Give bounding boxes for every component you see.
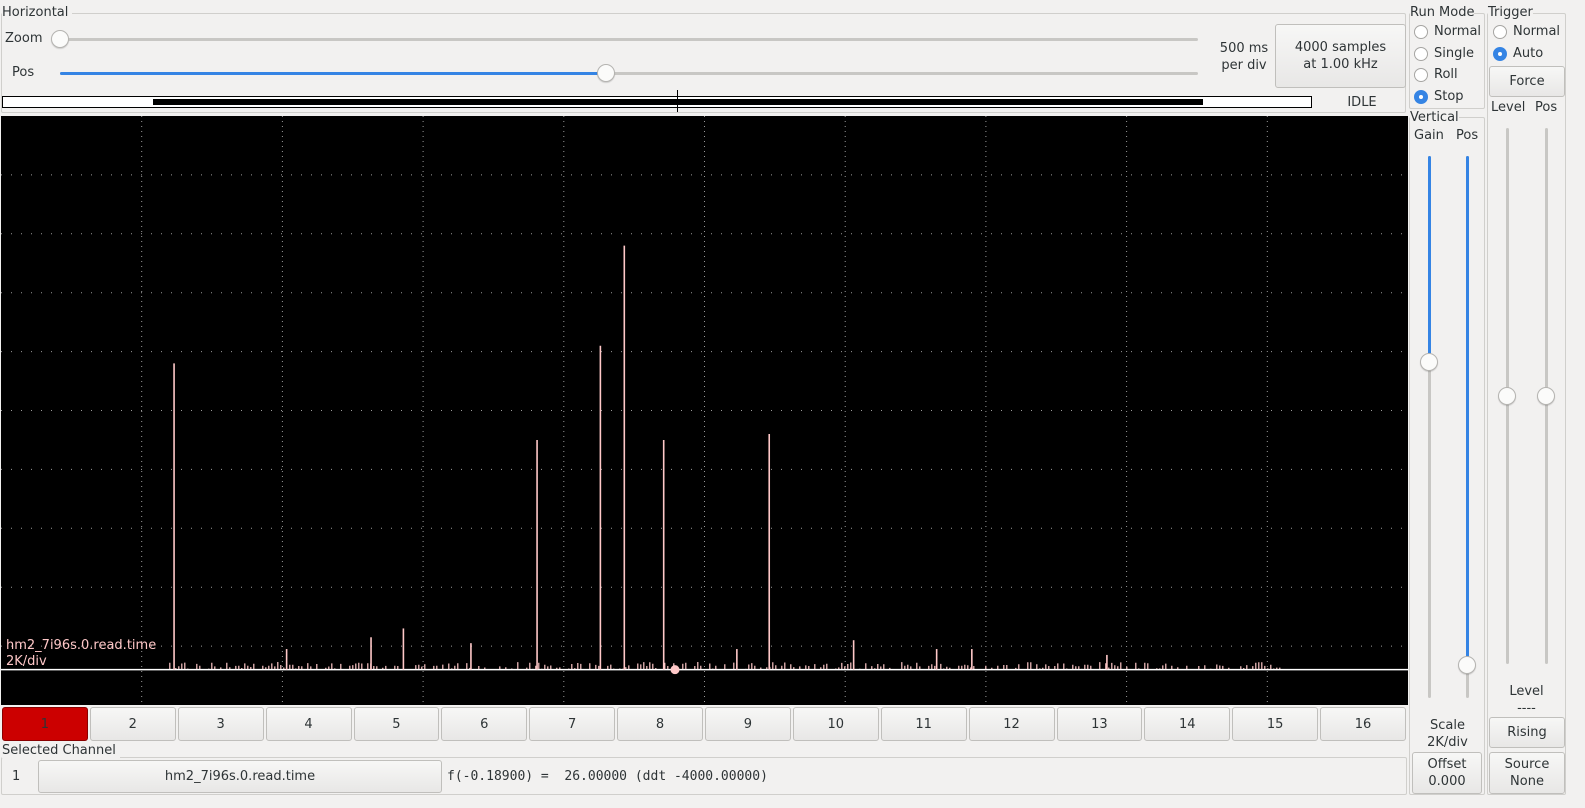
samples-rate: at 1.00 kHz: [1303, 57, 1378, 72]
pos-label: Pos: [12, 65, 35, 80]
selected-channel-number: 1: [12, 769, 21, 784]
channel-button-16[interactable]: 16: [1320, 707, 1406, 741]
trigger-mode-auto[interactable]: Auto: [1493, 46, 1543, 61]
channel-button-4[interactable]: 4: [265, 707, 352, 741]
trigger-position-marker-h: [670, 101, 685, 102]
channel-button-3[interactable]: 3: [177, 707, 264, 741]
selected-channel-title: Selected Channel: [2, 743, 120, 758]
scope-display[interactable]: hm2_7i96s.0.read.time 2K/div: [1, 116, 1408, 705]
zoom-slider-handle[interactable]: [51, 30, 69, 48]
channel-button-13[interactable]: 13: [1056, 707, 1143, 741]
channel-button-1[interactable]: 1: [2, 707, 88, 741]
scale-label: Scale: [1430, 718, 1465, 733]
zoom-label: Zoom: [5, 31, 43, 46]
channel-button-2[interactable]: 2: [89, 707, 176, 741]
channel-button-10[interactable]: 10: [792, 707, 879, 741]
run-mode-single[interactable]: Single: [1414, 46, 1474, 61]
gain-slider-fill: [1428, 156, 1431, 362]
run-mode-stop[interactable]: Stop: [1414, 89, 1464, 104]
per-div-readout: 500 ms per div: [1205, 40, 1283, 74]
samples-button[interactable]: 4000 samples at 1.00 kHz: [1275, 24, 1406, 88]
vertical-pos-label: Pos: [1456, 128, 1479, 143]
channel-value-readout: f(-0.18900) = 26.00000 (ddt -4000.00000): [447, 769, 768, 784]
radio-icon: [1414, 67, 1428, 82]
scale-value: 2K/div: [1427, 735, 1468, 750]
pos-slider-fill: [60, 72, 607, 75]
radio-selected-icon: [1414, 89, 1428, 104]
trace-scale-label: 2K/div: [6, 654, 47, 669]
offset-value: 0.000: [1428, 774, 1466, 789]
channel-button-11[interactable]: 11: [880, 707, 967, 741]
channel-button-12[interactable]: 12: [968, 707, 1055, 741]
trace-name-label: hm2_7i96s.0.read.time: [6, 638, 157, 653]
channel-button-8[interactable]: 8: [617, 707, 703, 741]
samples-count: 4000 samples: [1294, 40, 1387, 55]
cursor-dot: [670, 665, 680, 675]
run-mode-title: Run Mode: [1410, 5, 1475, 20]
radio-icon: [1493, 24, 1507, 39]
trigger-source-value: None: [1510, 774, 1544, 789]
record-overview-bar[interactable]: [2, 96, 1312, 108]
channel-button-9[interactable]: 9: [705, 707, 791, 741]
channel-button-6[interactable]: 6: [441, 707, 528, 741]
run-mode-roll[interactable]: Roll: [1414, 67, 1458, 82]
force-button[interactable]: Force: [1489, 66, 1565, 97]
trigger-group: [1487, 13, 1566, 795]
offset-button[interactable]: Offset 0.000: [1412, 752, 1482, 794]
trigger-level-readout-value: ----: [1517, 701, 1536, 716]
horizontal-title: Horizontal: [2, 5, 73, 20]
channel-button-15[interactable]: 15: [1232, 707, 1319, 741]
channel-button-14[interactable]: 14: [1144, 707, 1231, 741]
trigger-title: Trigger: [1488, 5, 1533, 20]
per-div-value: 500 ms: [1219, 41, 1269, 56]
trace-noise: [169, 662, 1281, 670]
trigger-level-label: Level: [1491, 100, 1526, 115]
trigger-level-readout: Level ----: [1488, 683, 1565, 717]
vertical-title: Vertical: [1410, 110, 1459, 125]
trigger-level-readout-label: Level: [1509, 684, 1544, 699]
per-div-unit: per div: [1221, 58, 1267, 73]
acquisition-status: IDLE: [1347, 95, 1377, 110]
record-window-indicator: [153, 99, 1203, 105]
run-mode-normal[interactable]: Normal: [1414, 24, 1481, 39]
scale-readout: Scale 2K/div: [1410, 717, 1485, 751]
trigger-pos-slider-handle[interactable]: [1537, 387, 1555, 405]
vertical-pos-slider-fill: [1466, 156, 1469, 666]
zoom-slider-track[interactable]: [60, 38, 1198, 41]
trigger-source-button[interactable]: Source None: [1489, 752, 1565, 794]
trigger-edge-button[interactable]: Rising: [1489, 717, 1565, 748]
trigger-level-slider-handle[interactable]: [1498, 387, 1516, 405]
radio-icon: [1414, 46, 1428, 61]
gain-slider-handle[interactable]: [1420, 352, 1438, 371]
gain-label: Gain: [1414, 128, 1444, 143]
radio-icon: [1414, 24, 1428, 39]
radio-selected-icon: [1493, 46, 1507, 61]
scope-plot: [1, 116, 1408, 705]
trigger-mode-normal[interactable]: Normal: [1493, 24, 1560, 39]
trigger-pos-label: Pos: [1535, 100, 1558, 115]
channel-button-5[interactable]: 5: [353, 707, 440, 741]
channel-button-7[interactable]: 7: [529, 707, 616, 741]
trigger-source-label: Source: [1504, 757, 1550, 772]
offset-label: Offset: [1427, 757, 1467, 772]
vertical-group: [1409, 117, 1485, 795]
selected-channel-name-button[interactable]: hm2_7i96s.0.read.time: [38, 760, 442, 793]
